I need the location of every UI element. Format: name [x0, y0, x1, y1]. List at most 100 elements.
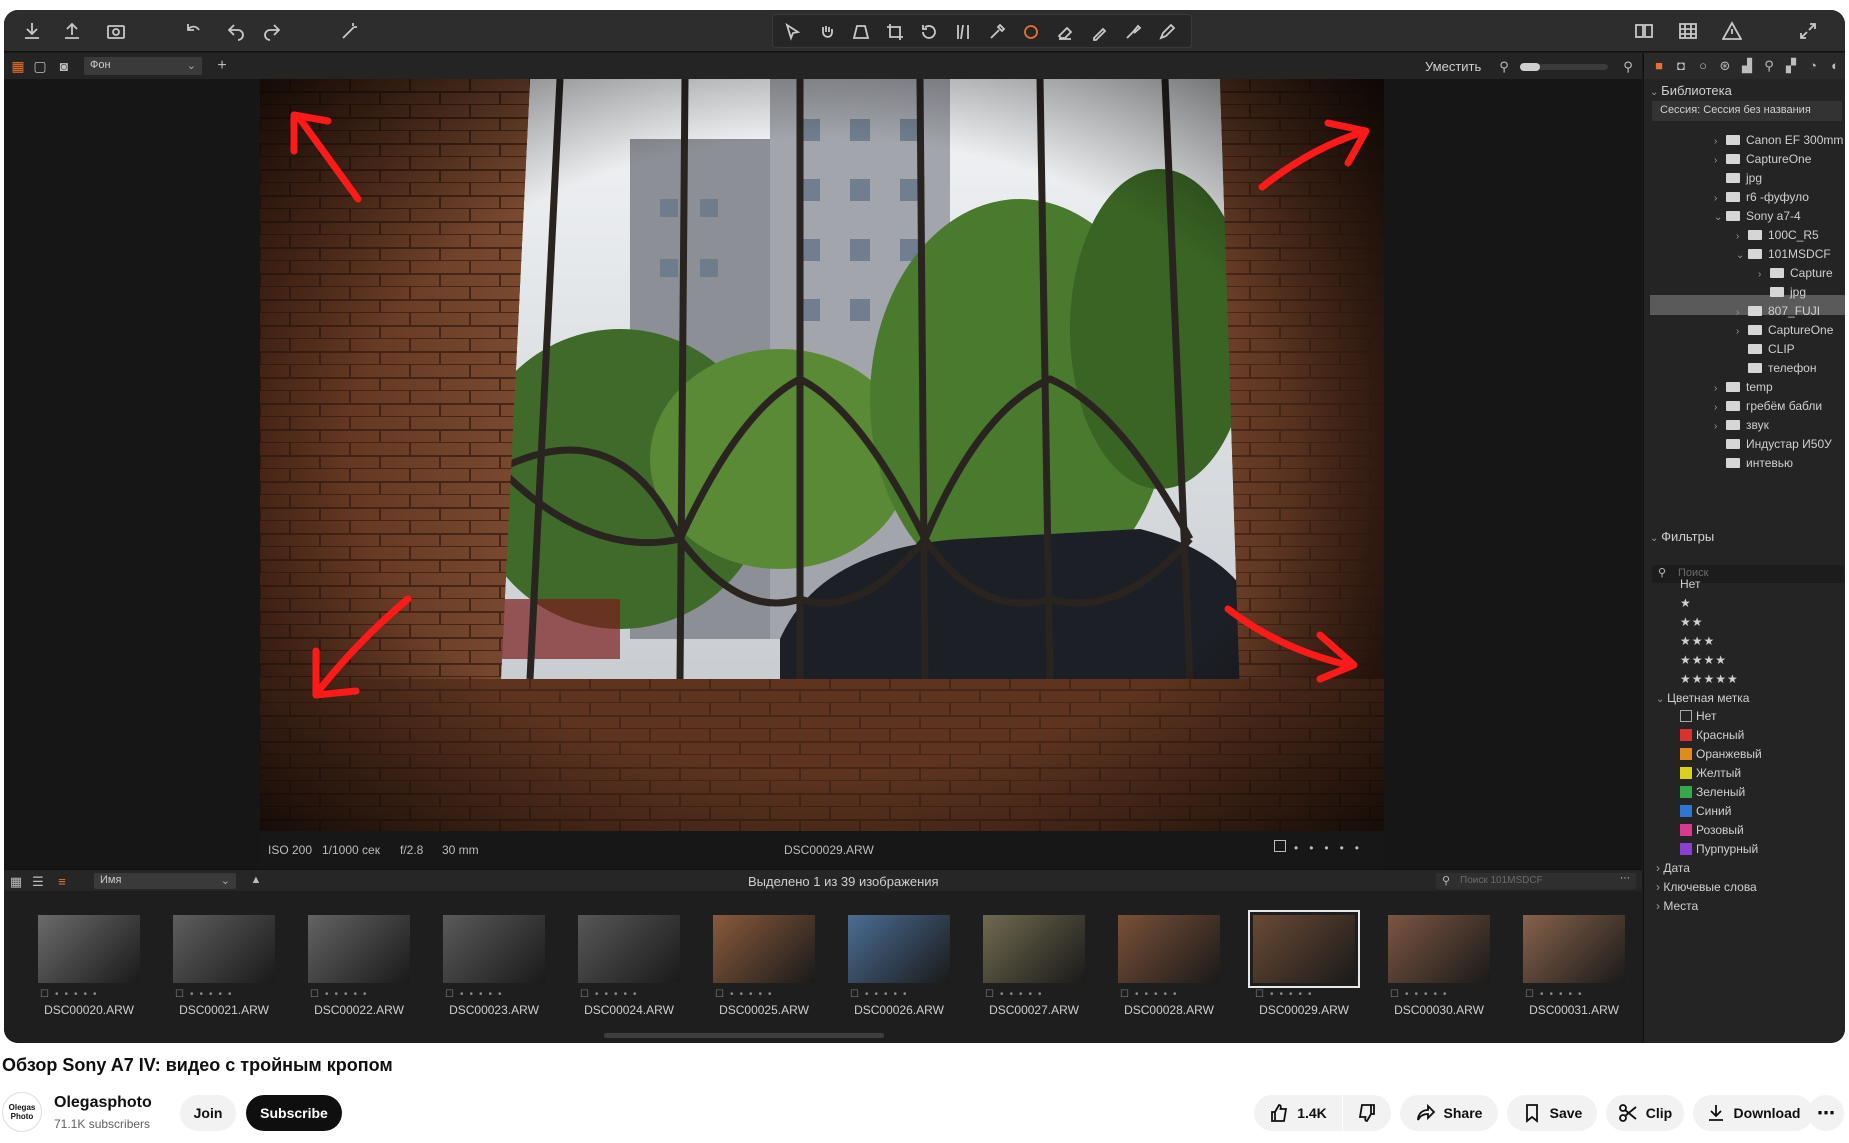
- color-label-filter[interactable]: Пурпурный: [1680, 842, 1758, 856]
- color-tab-icon[interactable]: ⊛: [1716, 58, 1734, 74]
- tree-item[interactable]: интевью: [1714, 456, 1793, 474]
- color-label-filter[interactable]: Розовый: [1680, 823, 1744, 837]
- tree-item[interactable]: › звук: [1714, 418, 1769, 436]
- select-cursor-icon[interactable]: [781, 21, 805, 43]
- tree-item[interactable]: › Capture: [1758, 266, 1833, 284]
- grid-view-icon[interactable]: [1676, 19, 1700, 43]
- video-player[interactable]: ▦ ▢ ◙ Фон ⌄ + Уместить ⚲ ⚲ ISO 200 1/100…: [4, 10, 1845, 1043]
- tree-item[interactable]: › r6 -фуфуло: [1714, 190, 1809, 208]
- color-label-filter[interactable]: Желтый: [1680, 766, 1741, 780]
- filmstrip-icon[interactable]: ≡: [50, 869, 74, 893]
- thumb-image[interactable]: [38, 915, 140, 983]
- image-viewer[interactable]: ISO 200 1/1000 сек f/2.8 30 mm DSC00029.…: [4, 79, 1642, 869]
- thumb-rating[interactable]: ☐•••••: [1390, 989, 1452, 1000]
- tree-item[interactable]: › 807_FUJI: [1736, 304, 1820, 322]
- like-button[interactable]: 1.4K: [1254, 1095, 1342, 1131]
- add-icon[interactable]: +: [210, 54, 234, 78]
- thumb-image[interactable]: [443, 915, 545, 983]
- tree-item[interactable]: › Canon EF 300mm: [1714, 133, 1843, 151]
- chevron-icon[interactable]: ⌄: [1736, 250, 1748, 261]
- collapsed-section-header[interactable]: › Дата: [1656, 861, 1690, 875]
- thumb-rating[interactable]: ☐•••••: [580, 989, 642, 1000]
- collapsed-section-header[interactable]: › Ключевые слова: [1656, 880, 1757, 894]
- chevron-icon[interactable]: ›: [1758, 269, 1770, 280]
- color-label-header[interactable]: ⌄ Цветная метка: [1656, 691, 1749, 705]
- straighten-icon[interactable]: [951, 21, 975, 43]
- loupe-view-icon[interactable]: ◙: [52, 54, 76, 78]
- thumb-image[interactable]: [1118, 915, 1220, 983]
- compare-view-icon[interactable]: [1632, 19, 1656, 43]
- thumb-rating[interactable]: ☐•••••: [175, 989, 237, 1000]
- share-button[interactable]: Share: [1400, 1095, 1498, 1131]
- filmstrip-search[interactable]: ⚲ Поиск 101MSDCF ⋯: [1436, 873, 1636, 889]
- zoom-slider[interactable]: [1520, 63, 1608, 71]
- thumb-image[interactable]: [1248, 910, 1360, 988]
- zoom-out-icon[interactable]: ⚲: [1492, 54, 1516, 78]
- thumb-rating[interactable]: ☐•••••: [1255, 989, 1317, 1000]
- color-label-filter[interactable]: Синий: [1680, 804, 1731, 818]
- video-title[interactable]: Обзор Sony A7 IV: видео с тройным кропом: [2, 1055, 393, 1076]
- thumb-rating[interactable]: ☐•••••: [1525, 989, 1587, 1000]
- filmstrip-thumb[interactable]: ☐••••• DSC00021.ARW: [165, 915, 283, 1035]
- undo-icon[interactable]: [224, 19, 248, 43]
- warning-icon[interactable]: [1720, 19, 1744, 43]
- channel-avatar[interactable]: Olegas Photo: [2, 1092, 42, 1132]
- details-tab-icon[interactable]: ⚲: [1760, 58, 1778, 74]
- eraser-icon[interactable]: [1053, 21, 1077, 43]
- filmstrip-thumb[interactable]: ☐••••• DSC00024.ARW: [570, 915, 688, 1035]
- metadata-tab-icon[interactable]: ◔: [1804, 58, 1822, 74]
- chevron-icon[interactable]: ›: [1714, 421, 1726, 432]
- filmstrip-thumb[interactable]: ☐••••• DSC00026.ARW: [840, 915, 958, 1035]
- chevron-icon[interactable]: ›: [1714, 383, 1726, 394]
- circle-tab-icon[interactable]: ○: [1694, 58, 1712, 74]
- background-select[interactable]: Фон ⌄: [84, 57, 202, 75]
- grid-icon[interactable]: ▦: [4, 869, 28, 893]
- tree-item[interactable]: jpg: [1714, 171, 1762, 189]
- filmstrip-thumb[interactable]: ☐••••• DSC00027.ARW: [975, 915, 1093, 1035]
- color-label-filter[interactable]: Нет: [1680, 709, 1716, 723]
- download-icon[interactable]: [20, 19, 44, 43]
- filmstrip-scrollbar[interactable]: [604, 1033, 884, 1038]
- more-actions-button[interactable]: ⋯: [1808, 1095, 1844, 1131]
- list-icon[interactable]: ☰: [26, 869, 50, 893]
- chevron-icon[interactable]: ›: [1736, 307, 1748, 318]
- tree-item[interactable]: jpg: [1758, 285, 1806, 303]
- rating-filter[interactable]: ★: [1680, 596, 1692, 610]
- chevron-icon[interactable]: ›: [1736, 326, 1748, 337]
- expand-icon[interactable]: [1796, 19, 1820, 43]
- thumb-image[interactable]: [308, 915, 410, 983]
- filmstrip-thumb[interactable]: ☐••••• DSC00029.ARW: [1245, 910, 1363, 1035]
- thumb-image[interactable]: [848, 915, 950, 983]
- grid-layout-icon[interactable]: ▦: [6, 54, 30, 78]
- thumb-image[interactable]: [713, 915, 815, 983]
- color-label-filter[interactable]: Зеленый: [1680, 785, 1745, 799]
- picker-icon[interactable]: [985, 21, 1009, 43]
- thumb-image[interactable]: [1523, 915, 1625, 983]
- folder-tab-icon[interactable]: ■: [1650, 58, 1668, 74]
- filters-section-header[interactable]: ⌄ Фильтры: [1650, 529, 1714, 544]
- thumb-image[interactable]: [173, 915, 275, 983]
- thumb-rating[interactable]: ☐•••••: [985, 989, 1047, 1000]
- rating-filter[interactable]: ★★★: [1680, 634, 1715, 648]
- main-photo[interactable]: [260, 79, 1384, 831]
- chevron-icon[interactable]: ⌄: [1714, 212, 1726, 223]
- filmstrip-thumb[interactable]: ☐••••• DSC00023.ARW: [435, 915, 553, 1035]
- color-label-filter[interactable]: Красный: [1680, 728, 1744, 742]
- filmstrip-thumb[interactable]: ☐••••• DSC00025.ARW: [705, 915, 823, 1035]
- tree-item[interactable]: ⌄ 101MSDCF: [1736, 247, 1831, 265]
- magic-wand-icon[interactable]: [338, 19, 362, 43]
- adjust-tab-icon[interactable]: ▞: [1782, 58, 1800, 74]
- library-section-header[interactable]: ⌄ Библиотека: [1650, 83, 1732, 98]
- camera-icon[interactable]: [104, 19, 128, 43]
- clip-button[interactable]: Clip: [1606, 1095, 1684, 1131]
- single-view-icon[interactable]: ▢: [28, 54, 52, 78]
- exposure-tab-icon[interactable]: ▟: [1738, 58, 1756, 74]
- sort-select[interactable]: Имя ⌄: [94, 873, 236, 889]
- heal-brush-icon[interactable]: [1121, 21, 1145, 43]
- rating-filter[interactable]: ★★★★★: [1680, 672, 1739, 686]
- save-button[interactable]: Save: [1507, 1095, 1597, 1131]
- rating-dots[interactable]: •••••: [1294, 841, 1370, 855]
- redo-icon[interactable]: [260, 19, 284, 43]
- keystone-icon[interactable]: [849, 21, 873, 43]
- undo-all-icon[interactable]: [182, 19, 206, 43]
